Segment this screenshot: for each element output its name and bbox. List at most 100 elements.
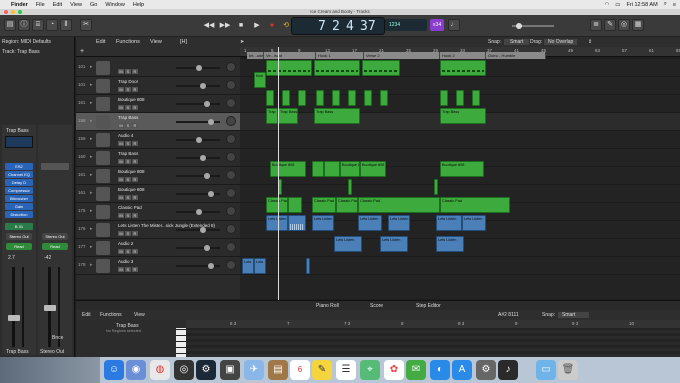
region-audio-2[interactable]: Lets Listen [334, 236, 362, 252]
region-808-hit[interactable] [434, 179, 438, 195]
toolbar-button[interactable]: ⌸ [32, 19, 44, 31]
record-button[interactable]: ● [265, 19, 279, 32]
record-enable-button[interactable]: R [132, 105, 138, 110]
region-boutique-808[interactable]: Boutique 808 [340, 161, 360, 177]
region-boutique-808[interactable] [312, 161, 324, 177]
track-volume-knob[interactable] [200, 83, 206, 89]
region-boutique-808[interactable]: Boutique 808 [360, 161, 386, 177]
region-classic-pad[interactable]: Classic Pad [336, 197, 358, 213]
region-audio-3[interactable]: Lots [242, 258, 254, 274]
track-volume-knob[interactable] [196, 65, 202, 71]
tracks-edit-menu[interactable]: Edit [96, 39, 105, 45]
track-volume-knob[interactable] [208, 119, 214, 125]
output-slot[interactable]: Stereo Out [6, 233, 32, 240]
mute-button[interactable]: M [118, 123, 124, 128]
mute-button[interactable]: M [118, 267, 124, 272]
mixer-button[interactable]: ⫴ [60, 19, 72, 31]
menu-finder[interactable]: Finder [11, 2, 28, 8]
editor-functions-menu[interactable]: Functions [100, 312, 122, 318]
tracks-view-menu[interactable]: View [150, 39, 162, 45]
scissors-button[interactable]: ✂ [80, 19, 92, 31]
tab-step-editor[interactable]: Step Editor [416, 303, 441, 309]
region-kick[interactable]: Kick [254, 72, 266, 88]
finder-icon[interactable]: ☺ [104, 360, 124, 380]
region-lets-listen[interactable]: Lets Listen [358, 215, 382, 231]
playhead[interactable] [278, 47, 279, 300]
record-enable-button[interactable]: R [132, 141, 138, 146]
output-slot-right[interactable]: Stereo Out [42, 233, 68, 240]
record-enable-button[interactable]: R [132, 123, 138, 128]
disclosure-icon[interactable]: ▸ [90, 244, 93, 250]
region-808-slice[interactable] [316, 90, 324, 106]
eq-thumbnail[interactable] [5, 136, 33, 148]
track-volume-knob[interactable] [204, 101, 210, 107]
disclosure-icon[interactable]: ▸ [90, 190, 93, 196]
solo-button[interactable]: S [125, 177, 131, 182]
track-volume-slider[interactable] [176, 155, 220, 161]
region-lets-listen[interactable]: Lets Listen [312, 215, 334, 231]
waveform-zoom-icon[interactable]: ⇕ [588, 39, 592, 45]
region-lets-listen[interactable]: Lets Listen [388, 215, 410, 231]
siri-icon[interactable]: ◉ [126, 360, 146, 380]
battery-icon[interactable]: ▭ [615, 2, 620, 8]
disclosure-icon[interactable]: ▸ [90, 172, 93, 178]
region-trap-door[interactable] [266, 60, 312, 76]
track-header[interactable]: 176 ▸ Lets Listen The Mister...sick Jungle… [76, 221, 240, 239]
region-boutique-808[interactable]: Boutique 808 [270, 161, 306, 177]
solo-button[interactable]: S [125, 267, 131, 272]
chrome-icon[interactable]: ◍ [150, 360, 170, 380]
record-enable-button[interactable]: R [132, 249, 138, 254]
marker-outro[interactable]: Outro - Humble [486, 52, 546, 59]
region-trap-door[interactable] [362, 60, 400, 76]
disclosure-icon[interactable]: ▸ [90, 226, 93, 232]
region-audio-3[interactable]: Lots [254, 258, 266, 274]
stickies-icon[interactable]: ✎ [312, 360, 332, 380]
inspector-region-label[interactable]: Region: MIDI Defaults [2, 39, 51, 45]
disclosure-icon[interactable]: ▸ [90, 136, 93, 142]
solo-button[interactable]: S [125, 213, 131, 218]
region-808-slice[interactable] [282, 90, 290, 106]
track-pan-knob[interactable] [226, 206, 236, 216]
region-trap-door[interactable] [440, 60, 486, 76]
record-enable-button[interactable]: R [132, 87, 138, 92]
itunes-icon[interactable]: ♪ [498, 360, 518, 380]
plugin-slot-7[interactable]: Distortion [5, 211, 33, 218]
library-button[interactable]: ▤ [4, 19, 16, 31]
disclosure-icon[interactable]: ▸ [90, 64, 93, 70]
track-volume-slider[interactable] [176, 227, 220, 233]
menu-view[interactable]: View [70, 2, 82, 8]
track-pan-knob[interactable] [226, 116, 236, 126]
arrange-area[interactable]: Kick Trap Bass Trap Bass Trap Bass Trap … [240, 59, 680, 299]
record-enable-button[interactable]: R [132, 69, 138, 74]
mute-button[interactable]: M [118, 231, 124, 236]
track-volume-slider[interactable] [176, 119, 220, 125]
track-volume-knob[interactable] [196, 209, 202, 215]
forward-button[interactable]: ▶▶ [218, 19, 232, 32]
track-volume-slider[interactable] [176, 209, 220, 215]
mute-button[interactable]: M [118, 105, 124, 110]
note-pad-button[interactable]: ✎ [604, 19, 616, 31]
tab-piano-roll[interactable]: Piano Roll [316, 303, 339, 309]
app-store-2-icon[interactable]: A [452, 360, 472, 380]
region-classic-pad[interactable]: Classic Pad [440, 197, 510, 213]
rewind-button[interactable]: ◀◀ [202, 19, 216, 32]
region-trap-bass[interactable]: Trap Bass [266, 108, 278, 124]
region-808-slice[interactable] [332, 90, 340, 106]
reminders-icon[interactable]: ☰ [336, 360, 356, 380]
logic-icon[interactable]: ◎ [174, 360, 194, 380]
track-volume-slider[interactable] [176, 137, 220, 143]
region-trap-bass[interactable]: Trap Bass [314, 108, 360, 124]
menu-file[interactable]: File [36, 2, 45, 8]
editor-snap-select[interactable]: Smart [558, 312, 590, 318]
smart-controls-button[interactable]: ◔ [46, 19, 58, 31]
track-pan-knob[interactable] [226, 188, 236, 198]
record-enable-button[interactable]: R [132, 195, 138, 200]
disclosure-icon[interactable]: ▸ [90, 118, 93, 124]
region-boutique-808[interactable]: Boutique 808 [440, 161, 484, 177]
menu-window[interactable]: Window [105, 2, 125, 8]
list-icon[interactable]: ≡ [673, 2, 676, 8]
record-enable-button[interactable]: R [132, 213, 138, 218]
mute-button[interactable]: M [118, 141, 124, 146]
piano-keyboard[interactable] [176, 328, 186, 357]
region-lets-listen[interactable]: Lets Listen [266, 215, 288, 231]
